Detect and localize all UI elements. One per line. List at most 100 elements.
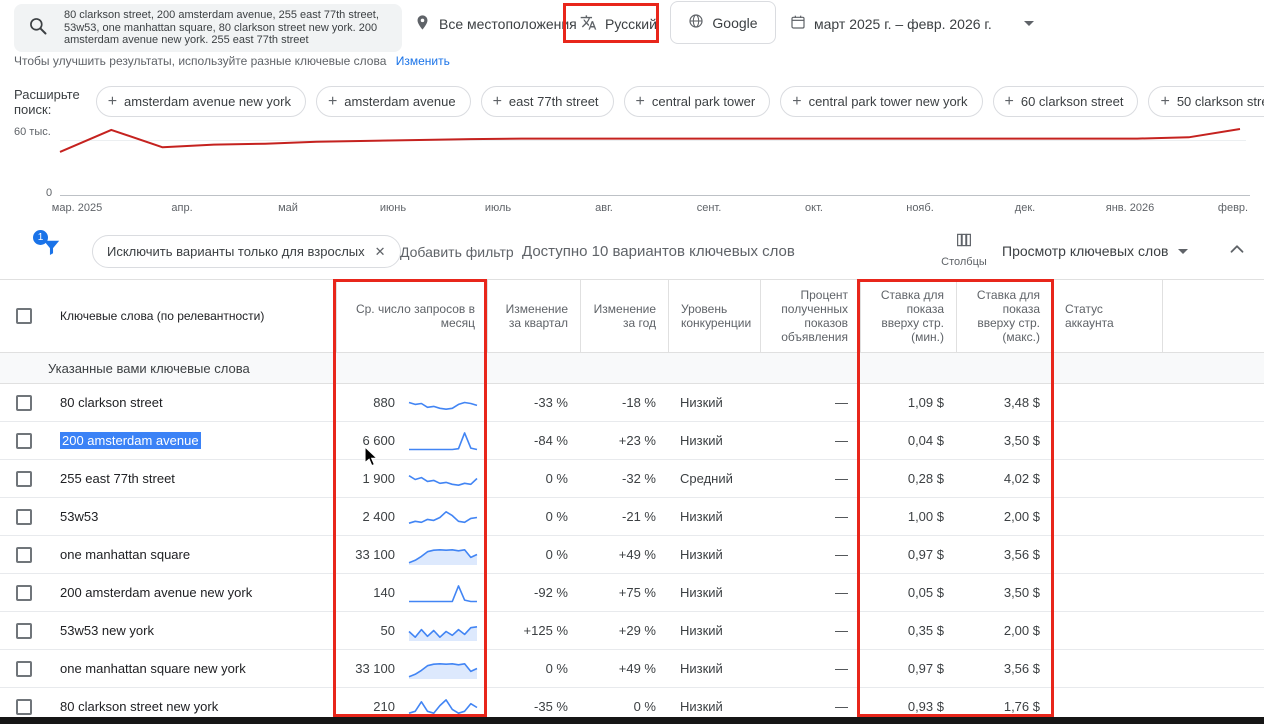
table-row[interactable]: one manhattan square 33 100 0 % +49 % Ни… <box>0 536 1264 574</box>
chip-label: amsterdam avenue <box>344 94 455 109</box>
expand-search-row: Расширьте поиск: +amsterdam avenue new y… <box>14 86 1264 117</box>
column-header-quarter-change[interactable]: Изменение за квартал <box>487 280 580 352</box>
column-header-top-bid-high[interactable]: Ставка для показа вверху стр. (макс.) <box>956 280 1052 352</box>
top-bid-high-value: 4,02 $ <box>956 460 1052 497</box>
locations-selector[interactable]: Все местоположения <box>414 14 577 34</box>
row-filler <box>1162 612 1264 649</box>
top-bid-high-value: 3,50 $ <box>956 574 1052 611</box>
trend-sparkline <box>407 542 479 568</box>
expand-chip[interactable]: +60 clarkson street <box>993 86 1139 117</box>
row-checkbox[interactable] <box>16 509 32 525</box>
plus-icon: + <box>108 94 117 110</box>
calendar-icon <box>790 14 806 33</box>
plus-icon: + <box>792 94 801 110</box>
select-all-checkbox[interactable] <box>16 308 32 324</box>
expand-chip[interactable]: +amsterdam avenue new york <box>96 86 306 117</box>
collapse-panel-button[interactable] <box>1226 238 1248 265</box>
network-label: Google <box>712 15 757 31</box>
keyword-cell[interactable]: one manhattan square new york <box>60 661 246 676</box>
quarter-change-value: +125 % <box>487 612 580 649</box>
column-header-competition[interactable]: Уровень конкуренции <box>668 280 760 352</box>
column-header-avg-monthly-searches[interactable]: Ср. число запросов в месяц <box>336 280 487 352</box>
expand-chip[interactable]: +50 clarkson street <box>1148 86 1264 117</box>
search-keywords-text[interactable]: 80 clarkson street, 200 amsterdam avenue… <box>64 9 392 47</box>
keyword-cell[interactable]: one manhattan square <box>60 547 190 562</box>
impression-share-value: — <box>760 574 860 611</box>
avg-searches-value: 1 900 <box>348 471 395 486</box>
year-change-value: +49 % <box>580 650 668 687</box>
filter-icon[interactable]: 1 <box>40 236 64 260</box>
row-checkbox[interactable] <box>16 699 32 715</box>
date-range-selector[interactable]: март 2025 г. – февр. 2026 г. <box>790 14 1034 33</box>
trend-sparkline <box>407 694 479 720</box>
columns-label: Столбцы <box>941 256 987 268</box>
expand-chip[interactable]: +central park tower <box>624 86 771 117</box>
row-checkbox[interactable] <box>16 661 32 677</box>
quarter-change-value: 0 % <box>487 536 580 573</box>
competition-value: Низкий <box>668 574 760 611</box>
top-bid-low-value: 0,97 $ <box>860 536 956 573</box>
impression-share-value: — <box>760 498 860 535</box>
keyword-cell[interactable]: 200 amsterdam avenue <box>60 432 201 449</box>
table-row[interactable]: 80 clarkson street 880 -33 % -18 % Низки… <box>0 384 1264 422</box>
account-status-value <box>1052 536 1162 573</box>
chip-label: central park tower <box>652 94 755 109</box>
x-axis-label: сент. <box>697 202 722 214</box>
row-checkbox[interactable] <box>16 547 32 563</box>
x-axis-label: нояб. <box>906 202 934 214</box>
impression-share-value: — <box>760 612 860 649</box>
plus-icon: + <box>1160 94 1169 110</box>
year-change-value: +75 % <box>580 574 668 611</box>
expand-chip[interactable]: +central park tower new york <box>780 86 982 117</box>
expand-chip[interactable]: +east 77th street <box>481 86 614 117</box>
column-header-account-status[interactable]: Статус аккаунта <box>1052 280 1162 352</box>
top-bid-high-value: 3,56 $ <box>956 536 1052 573</box>
row-checkbox[interactable] <box>16 585 32 601</box>
close-icon[interactable]: ✕ <box>375 244 386 260</box>
keyword-cell[interactable]: 255 east 77th street <box>60 471 175 486</box>
keyword-cell[interactable]: 80 clarkson street new york <box>60 699 218 714</box>
keyword-cell[interactable]: 53w53 <box>60 509 98 524</box>
table-row[interactable]: 200 amsterdam avenue new york 140 -92 % … <box>0 574 1264 612</box>
date-range-caret-icon[interactable] <box>1024 21 1034 26</box>
date-range-label: март 2025 г. – февр. 2026 г. <box>814 16 992 32</box>
keywords-search-box[interactable]: 80 clarkson street, 200 amsterdam avenue… <box>14 4 402 52</box>
keyword-view-selector[interactable]: Просмотр ключевых слов <box>1002 243 1188 259</box>
account-status-value <box>1052 574 1162 611</box>
language-selector[interactable]: Русский <box>580 14 657 34</box>
network-selector[interactable]: Google <box>670 1 776 44</box>
row-checkbox[interactable] <box>16 471 32 487</box>
edit-keywords-link[interactable]: Изменить <box>396 54 450 68</box>
column-header-impression-share[interactable]: Процент полученных показов объявления <box>760 280 860 352</box>
top-bid-high-value: 3,48 $ <box>956 384 1052 421</box>
trend-sparkline <box>407 390 479 416</box>
table-row[interactable]: one manhattan square new york 33 100 0 %… <box>0 650 1264 688</box>
row-filler <box>1162 650 1264 687</box>
trend-sparkline <box>407 428 479 454</box>
keyword-cell[interactable]: 80 clarkson street <box>60 395 163 410</box>
row-checkbox[interactable] <box>16 395 32 411</box>
expand-chip[interactable]: +amsterdam avenue <box>316 86 471 117</box>
table-row[interactable]: 200 amsterdam avenue 6 600 -84 % +23 % Н… <box>0 422 1264 460</box>
column-header-year-change[interactable]: Изменение за год <box>580 280 668 352</box>
table-row[interactable]: 53w53 2 400 0 % -21 % Низкий — 1,00 $ 2,… <box>0 498 1264 536</box>
columns-button[interactable]: Столбцы <box>936 231 992 268</box>
quarter-change-value: -84 % <box>487 422 580 459</box>
adult-filter-chip[interactable]: Исключить варианты только для взрослых ✕ <box>92 235 401 268</box>
competition-value: Низкий <box>668 612 760 649</box>
top-bid-low-value: 1,09 $ <box>860 384 956 421</box>
row-checkbox[interactable] <box>16 623 32 639</box>
add-filter-button[interactable]: Добавить фильтр <box>400 244 514 260</box>
top-bid-high-value: 3,50 $ <box>956 422 1052 459</box>
column-header-keywords[interactable]: Ключевые слова (по релевантности) <box>48 280 336 352</box>
trend-sparkline <box>407 618 479 644</box>
translate-icon <box>580 14 597 34</box>
column-header-top-bid-low[interactable]: Ставка для показа вверху стр. (мин.) <box>860 280 956 352</box>
keyword-cell[interactable]: 53w53 new york <box>60 623 154 638</box>
account-status-value <box>1052 384 1162 421</box>
table-row[interactable]: 255 east 77th street 1 900 0 % -32 % Сре… <box>0 460 1264 498</box>
keyword-cell[interactable]: 200 amsterdam avenue new york <box>60 585 252 600</box>
table-row[interactable]: 53w53 new york 50 +125 % +29 % Низкий — … <box>0 612 1264 650</box>
avg-searches-value: 50 <box>348 623 395 638</box>
row-checkbox[interactable] <box>16 433 32 449</box>
